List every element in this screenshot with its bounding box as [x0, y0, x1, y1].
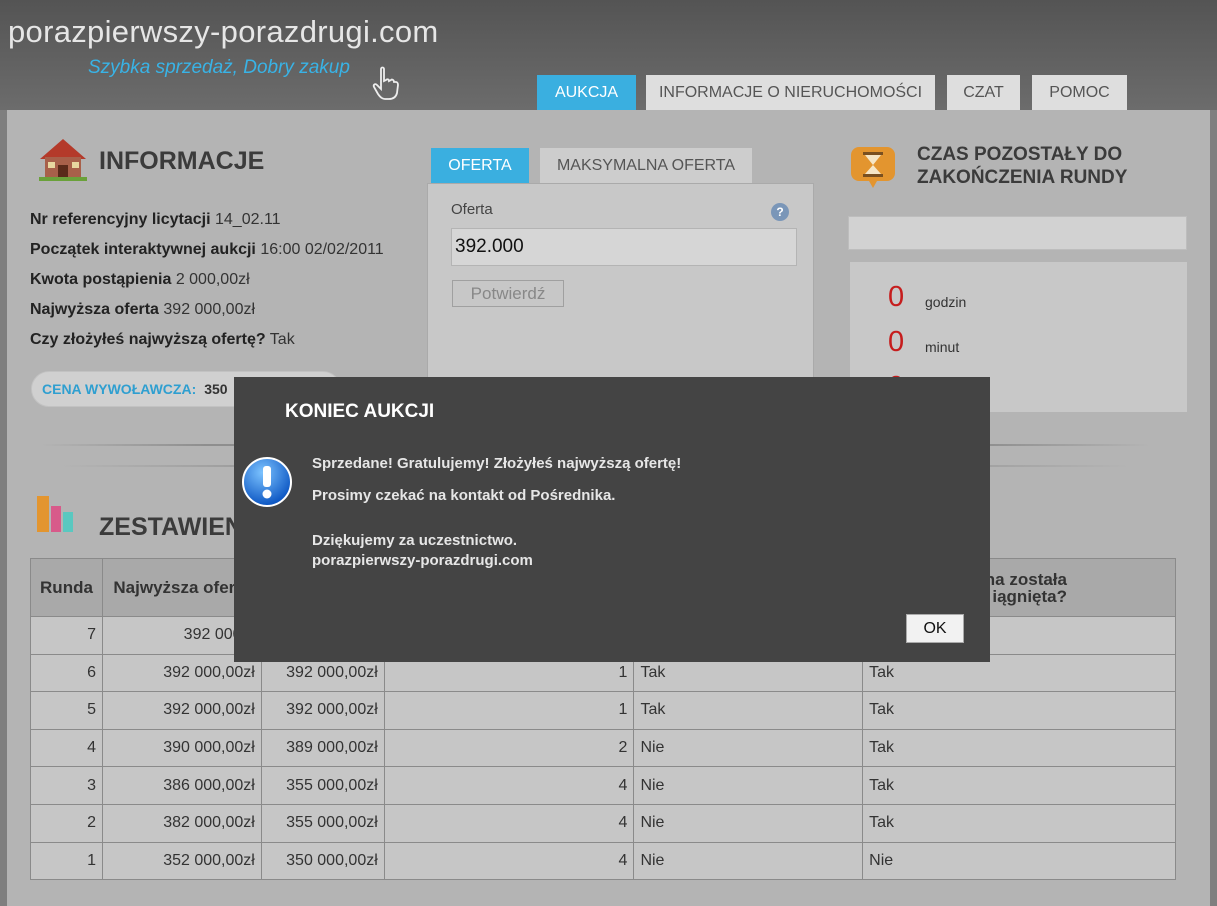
dialog-message-site: porazpierwszy-porazdrugi.com [312, 552, 533, 569]
nav-tab-chat[interactable]: CZAT [947, 75, 1020, 110]
cell-your-offer: Nie [633, 841, 864, 881]
cell-min-reached: Tak [862, 803, 1176, 843]
nav-tab-property-info[interactable]: INFORMACJE O NIERUCHOMOŚCI [646, 75, 935, 110]
cell-highest-offer: 390 000,00zł [101, 728, 262, 768]
starting-price-label: CENA WYWOŁAWCZA: [42, 381, 197, 397]
timer-progress-bar [848, 216, 1187, 250]
info-highest: Najwyższa oferta 392 000,00zł [30, 301, 255, 319]
cell-offer: 355 000,00zł [260, 803, 385, 843]
info-exclamation-icon [242, 457, 292, 507]
cell-bidders: 4 [383, 766, 635, 805]
offer-input[interactable] [451, 228, 797, 266]
starting-price-value: 350 [204, 381, 228, 397]
dialog-message-sold: Sprzedane! Gratulujemy! Złożyłeś najwyżs… [312, 455, 682, 472]
info-did-you-bid-label: Czy złożyłeś najwyższą ofertę? [30, 331, 266, 348]
cell-highest-offer: 382 000,00zł [101, 803, 262, 843]
cell-min-reached: Tak [862, 691, 1176, 730]
cell-round: 5 [30, 691, 103, 730]
cell-your-offer: Nie [633, 766, 864, 805]
timer-title: CZAS POZOSTAŁY DO ZAKOŃCZENIA RUNDY [917, 144, 1128, 188]
summary-title: ZESTAWIEN [99, 513, 243, 541]
nav-tab-auction[interactable]: AUKCJA [537, 75, 636, 110]
info-start-value: 16:00 02/02/2011 [260, 241, 384, 258]
info-title: INFORMACJE [99, 147, 265, 175]
timer-hours: 0 [888, 281, 905, 313]
table-row: 3 386 000,00zł 355 000,00zł 4 Nie Tak [30, 766, 1176, 805]
dialog-title: KONIEC AUKCJI [285, 401, 435, 422]
cell-offer: 392 000,00zł [260, 691, 385, 730]
timer-hours-unit: godzin [925, 294, 967, 310]
tab-offer[interactable]: OFERTA [431, 148, 529, 184]
info-reference-value: 14_02.11 [215, 211, 281, 228]
col-round: Runda [30, 558, 103, 617]
info-step: Kwota postąpienia 2 000,00zł [30, 271, 250, 289]
cell-round: 4 [30, 728, 103, 768]
timer-minutes-unit: minut [925, 339, 960, 355]
info-start: Początek interaktywnej aukcji 16:00 02/0… [30, 241, 384, 259]
info-start-label: Początek interaktywnej aukcji [30, 241, 256, 258]
cell-round: 1 [30, 841, 103, 881]
timer-minutes: 0 [888, 326, 905, 358]
hourglass-icon [851, 147, 895, 188]
cell-bidders: 1 [383, 691, 635, 730]
info-step-label: Kwota postąpienia [30, 271, 172, 288]
cell-your-offer: Tak [633, 691, 864, 730]
table-row: 1 352 000,00zł 350 000,00zł 4 Nie Nie [30, 841, 1176, 881]
info-highest-value: 392 000,00zł [163, 301, 256, 318]
auction-end-dialog: KONIEC AUKCJI Sprzedane! Gratulujemy! Zł… [234, 377, 990, 662]
site-title[interactable]: porazpierwszy-porazdrugi.com [8, 14, 439, 50]
cell-round: 6 [30, 653, 103, 693]
ok-button[interactable]: OK [906, 614, 964, 643]
cell-offer: 389 000,00zł [260, 728, 385, 768]
site-header: porazpierwszy-porazdrugi.com Szybka sprz… [0, 0, 1217, 110]
help-icon[interactable]: ? [771, 203, 789, 221]
cell-bidders: 4 [383, 803, 635, 843]
tab-max-offer[interactable]: MAKSYMALNA OFERTA [540, 148, 752, 184]
nav-tab-help[interactable]: POMOC [1032, 75, 1127, 110]
info-reference-label: Nr referencyjny licytacji [30, 211, 211, 228]
dialog-message-thanks: Dziękujemy za uczestnictwo. [312, 532, 518, 549]
info-did-you-bid: Czy złożyłeś najwyższą ofertę? Tak [30, 331, 295, 349]
cell-highest-offer: 352 000,00zł [101, 841, 262, 881]
cell-round: 2 [30, 803, 103, 843]
table-row: 5 392 000,00zł 392 000,00zł 1 Tak Tak [30, 691, 1176, 730]
cell-your-offer: Nie [633, 728, 864, 768]
confirm-button[interactable]: Potwierdź [452, 280, 564, 307]
cell-min-reached: Tak [862, 766, 1176, 805]
cell-min-reached: Nie [862, 841, 1176, 881]
table-row: 4 390 000,00zł 389 000,00zł 2 Nie Tak [30, 728, 1176, 768]
dialog-message-wait: Prosimy czekać na kontakt od Pośrednika. [312, 487, 616, 504]
info-did-you-bid-value: Tak [269, 331, 295, 348]
cell-bidders: 2 [383, 728, 635, 768]
info-reference: Nr referencyjny licytacji 14_02.11 [30, 211, 281, 229]
cell-min-reached: Tak [862, 728, 1176, 768]
cell-bidders: 4 [383, 841, 635, 881]
cell-highest-offer: 392 000,00zł [101, 691, 262, 730]
cell-offer: 350 000,00zł [260, 841, 385, 881]
bar-chart-icon [37, 496, 73, 532]
main-nav: AUKCJA INFORMACJE O NIERUCHOMOŚCI CZAT P… [0, 75, 1217, 110]
offer-field-label: Oferta [451, 201, 493, 218]
info-step-value: 2 000,00zł [175, 271, 250, 288]
cell-round: 7 [30, 616, 103, 655]
cell-round: 3 [30, 766, 103, 805]
cell-offer: 355 000,00zł [260, 766, 385, 805]
info-highest-label: Najwyższa oferta [30, 301, 159, 318]
cell-highest-offer: 386 000,00zł [101, 766, 262, 805]
table-row: 2 382 000,00zł 355 000,00zł 4 Nie Tak [30, 803, 1176, 843]
cell-your-offer: Nie [633, 803, 864, 843]
house-icon [39, 139, 87, 181]
